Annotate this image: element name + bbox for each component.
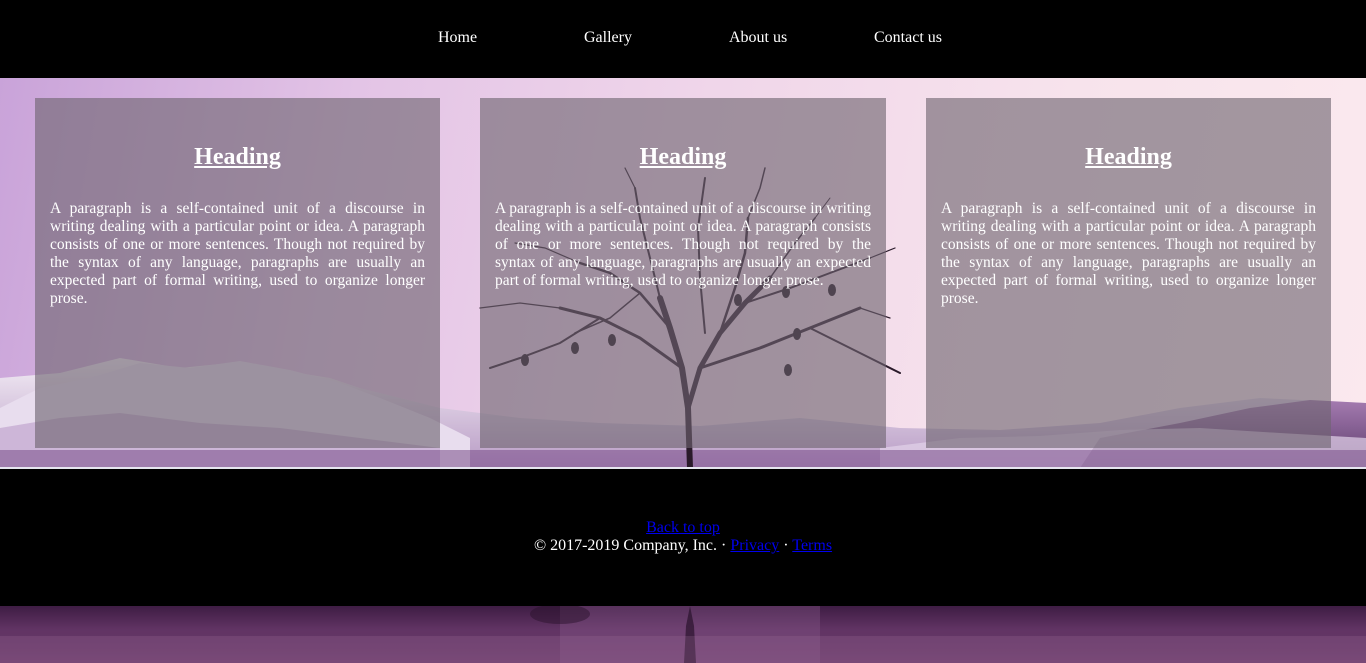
- card-paragraph: A paragraph is a self-contained unit of …: [941, 200, 1316, 307]
- card-heading: Heading: [194, 144, 281, 170]
- content-card-3: Heading A paragraph is a self-contained …: [926, 98, 1331, 448]
- page-footer: Back to top © 2017-2019 Company, Inc. · …: [0, 469, 1366, 606]
- copyright-row: © 2017-2019 Company, Inc. · Privacy · Te…: [0, 537, 1366, 555]
- content-card-2: Heading A paragraph is a self-contained …: [480, 98, 886, 448]
- nav-link-contact-us[interactable]: Contact us: [874, 29, 942, 47]
- card-paragraph: A paragraph is a self-contained unit of …: [495, 200, 871, 289]
- top-navigation-bar: Home Gallery About us Contact us: [0, 0, 1366, 78]
- back-to-top-link[interactable]: Back to top: [646, 519, 720, 536]
- footer-separator: ·: [779, 537, 793, 554]
- card-heading: Heading: [639, 144, 727, 170]
- back-to-top-row: Back to top: [0, 519, 1366, 537]
- content-card-1: Heading A paragraph is a self-contained …: [35, 98, 440, 448]
- background-reflection-image: [0, 606, 1366, 663]
- card-paragraph: A paragraph is a self-contained unit of …: [50, 200, 425, 307]
- copyright-text: © 2017-2019 Company, Inc. ·: [533, 537, 731, 554]
- privacy-link[interactable]: Privacy: [730, 537, 779, 554]
- nav-link-gallery[interactable]: Gallery: [584, 29, 632, 47]
- nav-link-home[interactable]: Home: [438, 29, 477, 47]
- card-heading: Heading: [1085, 144, 1172, 170]
- terms-link[interactable]: Terms: [792, 537, 832, 554]
- nav-link-about-us[interactable]: About us: [729, 29, 787, 47]
